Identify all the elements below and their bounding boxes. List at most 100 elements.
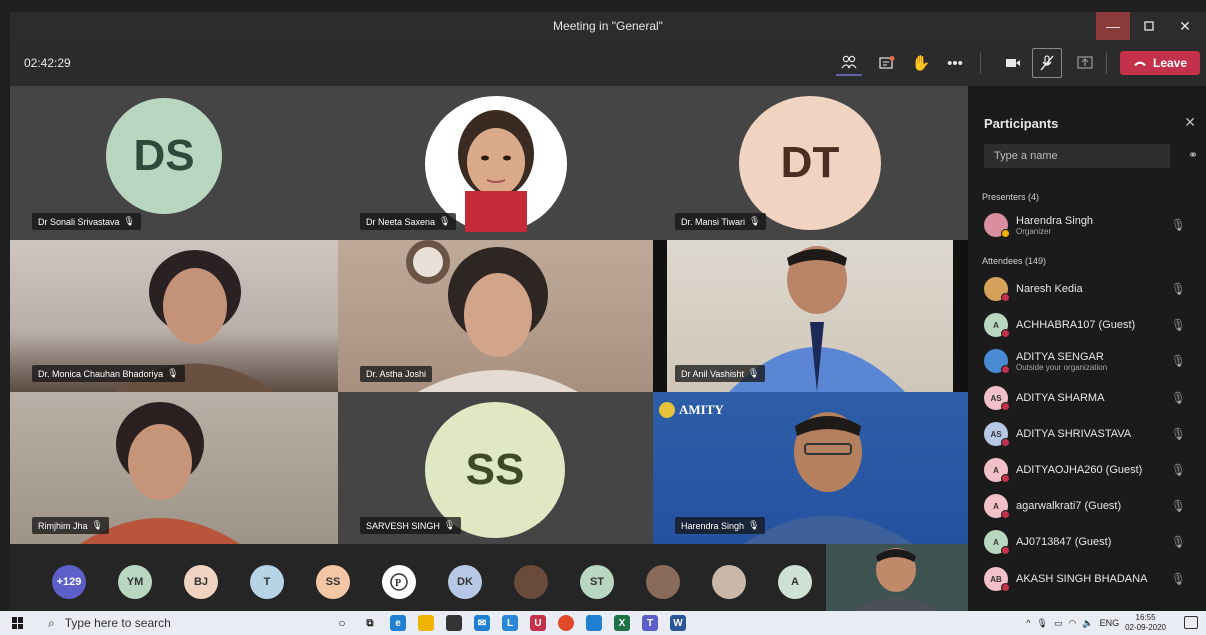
video-tile[interactable]: SS SARVESH SINGH 🎙 <box>338 392 653 544</box>
share-invite-icon[interactable]: ⚭ <box>1188 148 1198 162</box>
participant-name: Harendra Singh <box>681 520 745 531</box>
word-icon[interactable]: W <box>670 615 686 631</box>
mail-icon[interactable]: ✉ <box>474 615 490 631</box>
meeting-timer: 02:42:29 <box>24 56 71 70</box>
volume-icon[interactable]: 🔈 <box>1082 618 1093 629</box>
participant-name-chip: Dr. Monica Chauhan Bhadoriya 🎙 <box>32 365 185 382</box>
participant-chip-photo[interactable] <box>514 565 548 599</box>
participant-chip[interactable]: SS <box>316 565 350 599</box>
video-tile[interactable]: DT Dr. Mansi Tiwari 🎙 <box>653 86 968 240</box>
participant-name: Dr Anil Vashisht <box>681 368 744 379</box>
video-tile[interactable]: Dr Neeta Saxena 🎙 <box>338 86 653 240</box>
close-icon[interactable]: ✕ <box>1168 12 1202 40</box>
video-tile[interactable]: DS Dr Sonali Srivastava 🎙 <box>10 86 338 240</box>
video-tile[interactable]: Dr. Monica Chauhan Bhadoriya 🎙 <box>10 240 338 392</box>
mic-muted-icon: 🎙 <box>748 520 760 530</box>
avatar-initials: AB <box>990 574 1002 584</box>
participant-chip[interactable]: BJ <box>184 565 218 599</box>
participant-chip-photo[interactable] <box>712 565 746 599</box>
file-explorer-icon[interactable] <box>418 615 434 631</box>
hang-up-icon <box>1133 61 1146 66</box>
video-tile[interactable]: Dr. Astha Joshi <box>338 240 653 392</box>
participant-name: Dr. Mansi Tiwari <box>681 216 746 227</box>
participant-role: Organizer <box>1016 226 1052 236</box>
close-icon[interactable]: ✕ <box>1184 114 1196 131</box>
participant-chip[interactable]: YM <box>118 565 152 599</box>
participant-search-input[interactable]: Type a name <box>984 144 1170 168</box>
participant-row[interactable]: A agarwalkrati7 (Guest) 🎙 <box>984 491 1198 521</box>
search-icon: ⌕ <box>48 615 55 630</box>
avatar-initials: A <box>993 501 999 511</box>
app-icon[interactable]: L <box>502 615 518 631</box>
participant-chip[interactable]: T <box>250 565 284 599</box>
mic-muted-icon: 🎙 <box>1170 535 1186 549</box>
clock[interactable]: 16:55 02-09-2020 <box>1125 613 1166 633</box>
taskbar-search-box[interactable]: ⌕ Type here to search <box>48 613 318 633</box>
participant-name: AJ0713847 (Guest) <box>1016 536 1112 548</box>
participant-name-chip: Dr. Mansi Tiwari 🎙 <box>675 213 767 230</box>
participant-row[interactable]: AS ADITYA SHRIVASTAVA 🎙 <box>984 419 1198 449</box>
participant-name-chip: SARVESH SINGH 🎙 <box>360 517 462 534</box>
chevron-up-icon[interactable]: ^ <box>1026 618 1030 628</box>
mic-muted-icon: 🎙 <box>747 368 760 378</box>
teams-icon[interactable]: T <box>642 615 658 631</box>
participant-name: ADITYA SENGAR <box>1016 350 1104 363</box>
participant-chip-logo[interactable]: P <box>382 565 416 599</box>
battery-icon[interactable]: ▭ <box>1054 618 1063 629</box>
presenters-header[interactable]: Presenters (4) <box>982 192 1039 202</box>
participant-row[interactable]: A AJ0713847 (Guest) 🎙 <box>984 527 1198 557</box>
participant-name: ACHHABRA107 (Guest) <box>1016 319 1136 331</box>
self-view-video[interactable] <box>826 544 968 611</box>
avatar-initials: A <box>993 320 999 330</box>
avatar: A <box>984 313 1010 338</box>
mic-icon[interactable]: 🎙 <box>1037 618 1048 629</box>
windows-start-icon[interactable] <box>12 617 24 629</box>
video-tile[interactable]: Rimjhim Jha 🎙 <box>10 392 338 544</box>
excel-icon[interactable]: X <box>614 615 630 631</box>
store-icon[interactable] <box>446 615 462 631</box>
language-indicator[interactable]: ENG <box>1100 618 1120 628</box>
avatar: AS <box>984 386 1010 411</box>
more-actions-icon[interactable]: ••• <box>942 50 968 76</box>
more-participants-button[interactable]: +129 <box>52 565 86 599</box>
mic-muted-icon: 🎙 <box>91 520 103 530</box>
notification-icon[interactable] <box>1184 616 1198 629</box>
participant-chip-photo[interactable] <box>646 565 680 599</box>
participant-avatar: DS <box>106 98 222 214</box>
mic-muted-icon: 🎙 <box>1170 427 1186 441</box>
participant-name-chip: Dr Anil Vashisht 🎙 <box>675 365 766 382</box>
participant-row[interactable]: ADITYA SENGAR Outside your organization … <box>984 346 1198 376</box>
antivirus-icon[interactable]: U <box>530 615 546 631</box>
chrome-icon[interactable] <box>558 615 574 631</box>
participant-row[interactable]: Naresh Kedia 🎙 <box>984 274 1198 304</box>
participants-icon[interactable] <box>836 50 862 76</box>
participant-row[interactable]: A ADITYAOJHA260 (Guest) 🎙 <box>984 455 1198 485</box>
avatar <box>984 213 1010 238</box>
video-tile[interactable]: AMITY Harendra Singh 🎙 <box>653 392 968 544</box>
task-view-icon[interactable]: ⧉ <box>362 615 378 631</box>
minimize-icon[interactable]: — <box>1096 12 1130 40</box>
participant-row[interactable]: Harendra Singh Organizer 🎙 <box>984 210 1198 240</box>
participant-row[interactable]: A ACHHABRA107 (Guest) 🎙 <box>984 310 1198 340</box>
attendees-header[interactable]: Attendees (149) <box>982 256 1046 266</box>
raise-hand-icon[interactable]: ✋ <box>908 50 934 76</box>
meet-icon[interactable] <box>586 615 602 631</box>
edge-icon[interactable]: e <box>390 615 406 631</box>
maximize-icon[interactable] <box>1132 12 1166 40</box>
mic-muted-icon[interactable] <box>1032 48 1062 78</box>
wifi-icon[interactable]: ◠ <box>1068 618 1076 629</box>
video-tile[interactable]: Dr Anil Vashisht 🎙 <box>653 240 968 392</box>
participant-org: Outside your organization <box>1016 362 1108 372</box>
attendees-label: Attendees (149) <box>982 256 1047 266</box>
participant-row[interactable]: AS ADITYA SHARMA 🎙 <box>984 383 1198 413</box>
participant-chip[interactable]: ST <box>580 565 614 599</box>
cortana-icon[interactable]: ○ <box>334 615 350 631</box>
participant-row[interactable]: AB AKASH SINGH BHADANA 🎙 <box>984 564 1198 594</box>
share-screen-icon[interactable] <box>1072 50 1098 76</box>
leave-button[interactable]: Leave <box>1120 51 1200 75</box>
camera-icon[interactable] <box>1000 50 1026 76</box>
chat-icon[interactable] <box>874 50 900 76</box>
mic-muted-icon: 🎙 <box>1170 354 1186 368</box>
participant-chip[interactable]: DK <box>448 565 482 599</box>
participant-chip[interactable]: A <box>778 565 812 599</box>
